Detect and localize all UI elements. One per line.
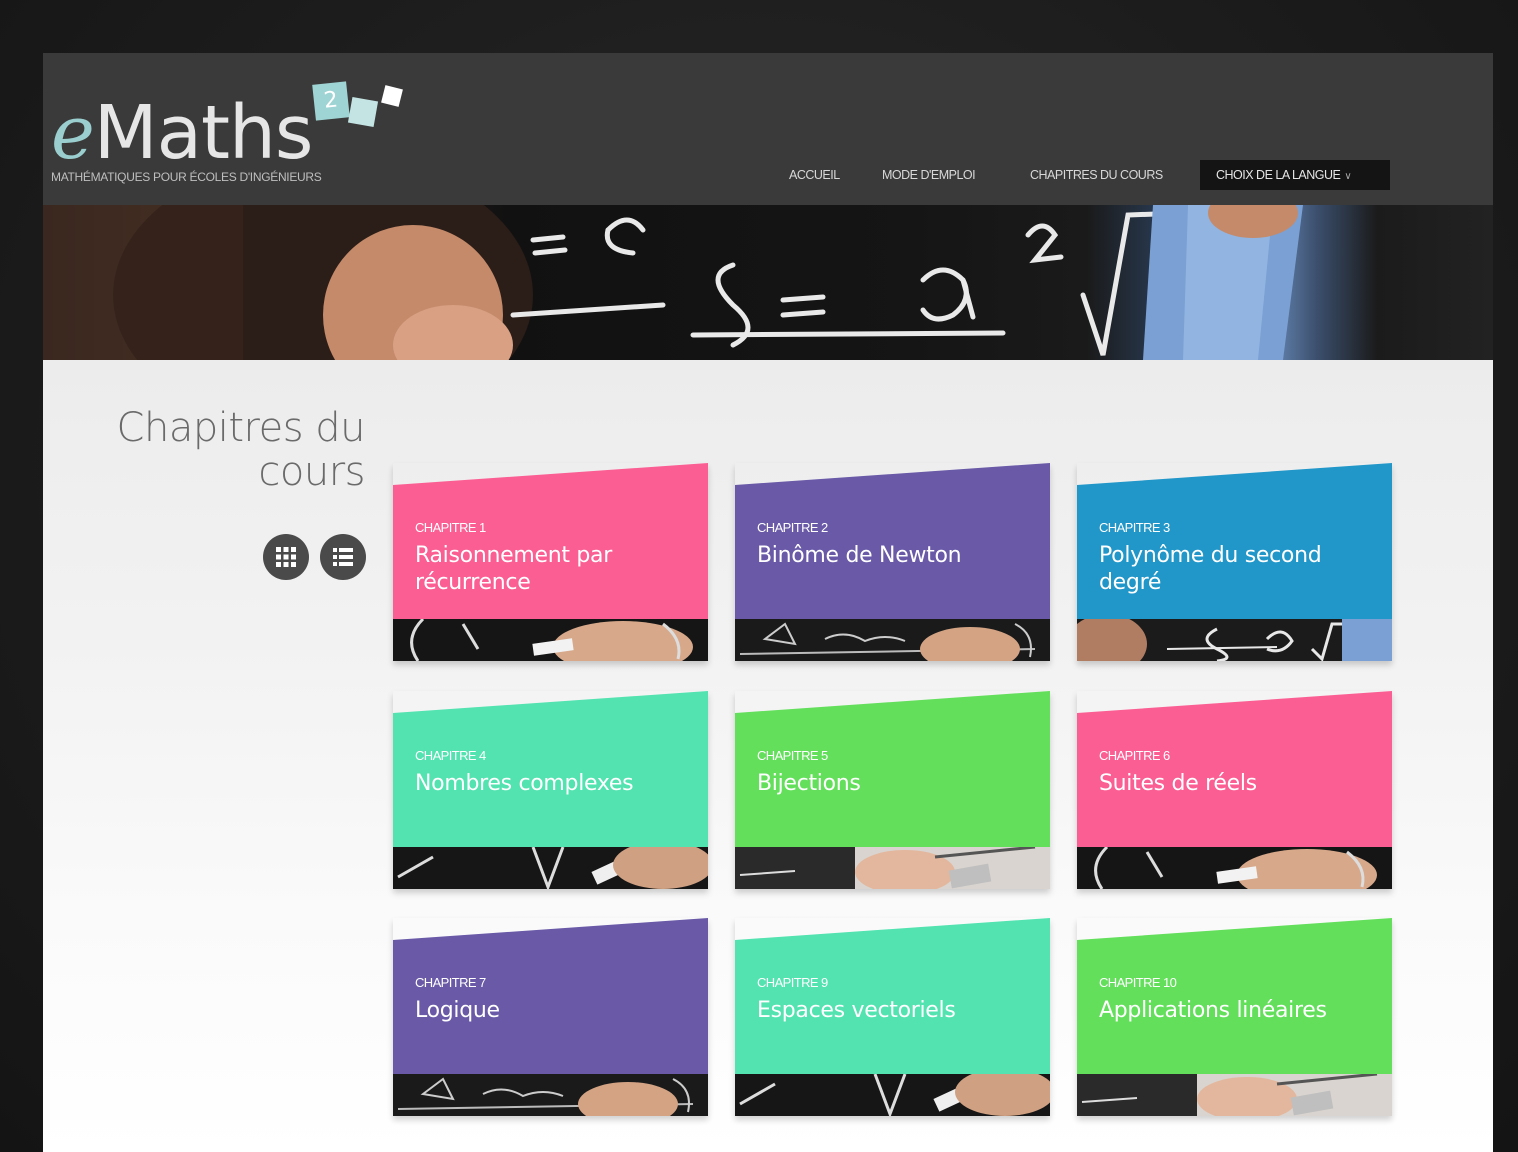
chalk-hand-image (393, 619, 708, 661)
logo-badge: 2 (312, 81, 350, 121)
chapter-number: CHAPITRE 4 (415, 748, 486, 763)
logo-square-decoration (381, 85, 403, 107)
chapter-title: Suites de réels (1099, 771, 1257, 796)
chapter-card[interactable]: CHAPITRE 9 Espaces vectoriels (735, 918, 1050, 1116)
chapter-title: Applications linéaires (1099, 998, 1327, 1023)
light-hand-image (1077, 1074, 1392, 1116)
section-title-line2: cours (258, 449, 365, 495)
chapter-title: Raisonnement par récurrence (415, 543, 612, 595)
chalk-hand-image (735, 1074, 1050, 1116)
chapter-thumbnail (393, 1074, 708, 1116)
chapter-card-header (393, 691, 708, 847)
chalk-hand-image (393, 847, 708, 889)
chapter-number: CHAPITRE 9 (757, 975, 828, 990)
section-title-line1: Chapitres du (116, 405, 366, 451)
chapter-title: Bijections (757, 771, 861, 796)
main-nav: ACCUEIL MODE D'EMPLOI CHAPITRES DU COURS… (43, 160, 1493, 190)
chapter-card[interactable]: CHAPITRE 7 Logique (393, 918, 708, 1116)
chalk-formula-image (393, 1074, 708, 1116)
chapter-thumbnail (735, 619, 1050, 661)
chapter-title: Espaces vectoriels (757, 998, 956, 1023)
nav-item-mode-emploi[interactable]: MODE D'EMPLOI (882, 160, 976, 190)
list-icon (333, 548, 353, 566)
light-hand-image (735, 847, 1050, 889)
chapter-card[interactable]: CHAPITRE 1 Raisonnement par récurrence (393, 463, 708, 661)
site-header: eMaths 2 MATHÉMATIQUES POUR ÉCOLES D'ING… (43, 53, 1493, 205)
chapter-card[interactable]: CHAPITRE 4 Nombres complexes (393, 691, 708, 889)
chapter-number: CHAPITRE 5 (757, 748, 828, 763)
chapter-title: Nombres complexes (415, 771, 634, 796)
chalk-formula-image (735, 619, 1050, 661)
chapter-number: CHAPITRE 2 (757, 520, 828, 535)
chalkboard-illustration (43, 205, 1303, 360)
chapter-thumbnail (735, 1074, 1050, 1116)
chapter-number: CHAPITRE 3 (1099, 520, 1170, 535)
chapter-card[interactable]: CHAPITRE 2 Binôme de Newton (735, 463, 1050, 661)
chapter-card-header (735, 463, 1050, 619)
chapter-card-header (735, 918, 1050, 1074)
chapter-thumbnail (1077, 1074, 1392, 1116)
chapter-card-header (393, 918, 708, 1074)
list-view-button[interactable] (320, 534, 366, 580)
chapter-card-header (1077, 918, 1392, 1074)
chapter-number: CHAPITRE 6 (1099, 748, 1170, 763)
banner-formula-image (1077, 619, 1392, 661)
chapter-title: Polynôme du second degré (1099, 543, 1322, 595)
chapters-section: Chapitres du cours CHAPITRE 1 Raisonneme… (43, 360, 1493, 1152)
chapter-card[interactable]: CHAPITRE 3 Polynôme du second degré (1077, 463, 1392, 661)
language-dropdown[interactable]: CHOIX DE LA LANGUE ∨ (1200, 160, 1390, 190)
chapter-number: CHAPITRE 7 (415, 975, 486, 990)
chapter-thumbnail (1077, 619, 1392, 661)
chalk-hand-image (1077, 847, 1392, 889)
chapter-thumbnail (735, 847, 1050, 889)
chapter-card[interactable]: CHAPITRE 5 Bijections (735, 691, 1050, 889)
nav-item-accueil[interactable]: ACCUEIL (789, 160, 840, 190)
chapter-card[interactable]: CHAPITRE 10 Applications linéaires (1077, 918, 1392, 1116)
nav-item-chapitres[interactable]: CHAPITRES DU COURS (1030, 160, 1163, 190)
chapter-thumbnail (393, 619, 708, 661)
page-frame: eMaths 2 MATHÉMATIQUES POUR ÉCOLES D'ING… (43, 53, 1493, 1152)
chapter-card-header (1077, 691, 1392, 847)
chapter-title: Logique (415, 998, 500, 1023)
logo-square-decoration (347, 96, 379, 128)
hero-banner-image (43, 205, 1493, 360)
chapter-card[interactable]: CHAPITRE 6 Suites de réels (1077, 691, 1392, 889)
grid-icon (276, 547, 296, 567)
chapter-thumbnail (393, 847, 708, 889)
language-label: CHOIX DE LA LANGUE (1216, 168, 1341, 182)
grid-view-button[interactable] (263, 534, 309, 580)
section-title: Chapitres du cours (65, 405, 366, 495)
chapter-thumbnail (1077, 847, 1392, 889)
chapter-title: Binôme de Newton (757, 543, 962, 568)
chapter-number: CHAPITRE 1 (415, 520, 486, 535)
chapter-card-header (735, 691, 1050, 847)
chevron-down-icon: ∨ (1344, 171, 1352, 182)
chapter-number: CHAPITRE 10 (1099, 975, 1177, 990)
